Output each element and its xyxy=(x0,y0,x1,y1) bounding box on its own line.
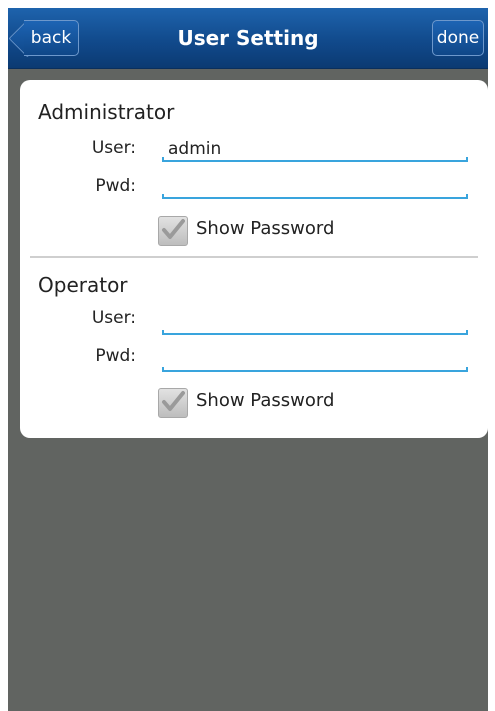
operator-show-password-checkbox[interactable] xyxy=(158,388,188,418)
admin-pwd-label: Pwd: xyxy=(95,176,136,196)
operator-pwd-label: Pwd: xyxy=(95,346,136,366)
operator-show-password-label: Show Password xyxy=(196,390,335,411)
app-screen: User Setting back done Administrator Use… xyxy=(8,8,488,711)
checkmark-icon xyxy=(162,219,185,239)
admin-user-label: User: xyxy=(91,138,136,158)
back-button-label: back xyxy=(24,20,79,56)
operator-user-label: User: xyxy=(91,308,136,328)
section-divider xyxy=(30,256,478,258)
title-bar: User Setting back done xyxy=(8,8,488,69)
admin-pwd-input[interactable] xyxy=(162,173,468,199)
admin-user-input[interactable]: admin xyxy=(162,136,468,162)
operator-pwd-input[interactable] xyxy=(162,346,468,372)
page-title: User Setting xyxy=(177,26,319,50)
administrator-section-title: Administrator xyxy=(38,100,175,124)
back-button[interactable]: back xyxy=(8,19,79,58)
operator-section-title: Operator xyxy=(38,273,128,297)
admin-show-password-checkbox[interactable] xyxy=(158,216,188,246)
checkmark-icon xyxy=(162,391,185,411)
operator-user-input[interactable] xyxy=(162,309,468,335)
admin-show-password-label: Show Password xyxy=(196,218,335,239)
done-button[interactable]: done xyxy=(432,20,484,56)
settings-card: Administrator User: admin Pwd: Show Pass… xyxy=(20,80,488,438)
